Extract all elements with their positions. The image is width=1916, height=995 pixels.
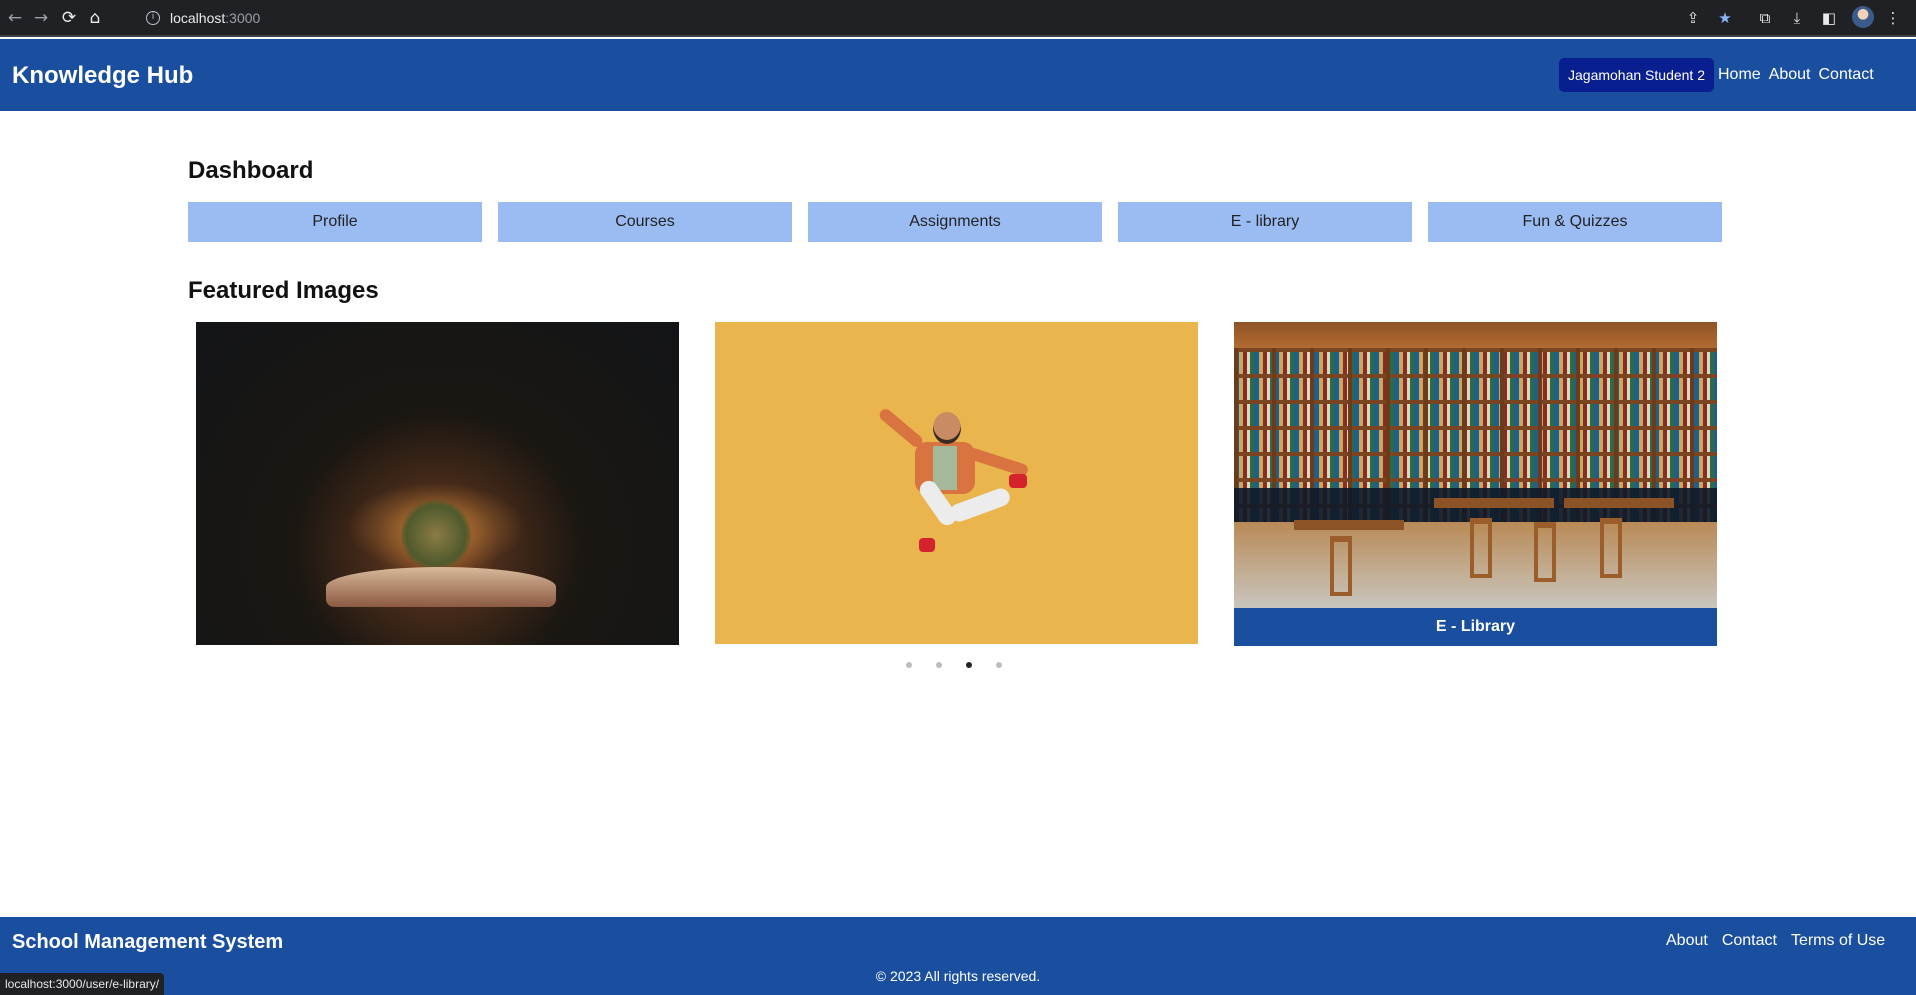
home-icon[interactable]: ⌂ (84, 7, 106, 29)
footer-title: School Management System (12, 931, 284, 953)
site-info-icon[interactable]: i (146, 11, 160, 25)
book-tree (401, 500, 471, 570)
side-panel-icon[interactable]: ◧ (1818, 7, 1840, 29)
courses-button[interactable]: Courses (498, 202, 792, 242)
browser-toolbar: ← → ⟳ ⌂ i localhost:3000 ⇪ ★ ⧉ ⤓ ◧ ⋮ (0, 0, 1916, 37)
footer-terms-link[interactable]: Terms of Use (1791, 932, 1885, 950)
top-nav: Home About Contact (1718, 66, 1874, 84)
copyright-text: © 2023 All rights reserved. (875, 968, 1041, 984)
nav-home-link[interactable]: Home (1718, 66, 1761, 84)
fun-quizzes-button[interactable]: Fun & Quizzes (1428, 202, 1722, 242)
profile-button[interactable]: Profile (188, 202, 482, 242)
e-library-button[interactable]: E - library (1118, 202, 1412, 242)
footer: School Management System About Contact T… (0, 917, 1916, 995)
featured-images-title: Featured Images (188, 277, 379, 304)
carousel-dot[interactable] (906, 662, 912, 668)
nav-about-link[interactable]: About (1769, 66, 1811, 84)
featured-image-magic-book[interactable] (196, 322, 679, 645)
reload-icon[interactable]: ⟳ (58, 7, 80, 29)
app-header: Knowledge Hub Jagamohan Student 2 Home A… (0, 39, 1916, 111)
user-badge[interactable]: Jagamohan Student 2 (1559, 58, 1714, 92)
forward-arrow-icon[interactable]: → (30, 7, 52, 29)
carousel-dot[interactable] (996, 662, 1002, 668)
featured-image-jumping-girl[interactable] (715, 322, 1198, 644)
bookmark-star-icon[interactable]: ★ (1714, 7, 1736, 29)
carousel-dot[interactable] (936, 662, 942, 668)
profile-avatar[interactable] (1852, 6, 1874, 28)
url-host: localhost (170, 10, 226, 26)
url-port: :3000 (225, 10, 261, 26)
carousel-dot-active[interactable] (966, 662, 972, 668)
footer-about-link[interactable]: About (1666, 932, 1708, 950)
dashboard-buttons: Profile Courses Assignments E - library … (188, 202, 1722, 242)
featured-card-e-library[interactable]: E - Library (1234, 322, 1717, 646)
menu-dots-icon[interactable]: ⋮ (1882, 7, 1904, 29)
share-icon[interactable]: ⇪ (1682, 7, 1704, 29)
download-icon[interactable]: ⤓ (1786, 7, 1808, 29)
address-url: localhost:3000 (170, 10, 260, 26)
status-bar-url: localhost:3000/user/e-library/ (0, 973, 165, 995)
brand-title[interactable]: Knowledge Hub (12, 62, 193, 90)
extensions-icon[interactable]: ⧉ (1754, 7, 1776, 29)
carousel-dots (906, 662, 1002, 668)
footer-contact-link[interactable]: Contact (1722, 932, 1777, 950)
library-photo (1234, 322, 1717, 608)
back-arrow-icon[interactable]: ← (4, 7, 26, 29)
address-bar[interactable]: i localhost:3000 (136, 4, 1676, 32)
book-pages (326, 567, 556, 607)
girl-figure (877, 406, 1030, 562)
e-library-caption[interactable]: E - Library (1234, 608, 1717, 646)
footer-links: About Contact Terms of Use (1666, 932, 1885, 950)
assignments-button[interactable]: Assignments (808, 202, 1102, 242)
nav-contact-link[interactable]: Contact (1819, 66, 1874, 84)
dashboard-title: Dashboard (188, 157, 314, 184)
